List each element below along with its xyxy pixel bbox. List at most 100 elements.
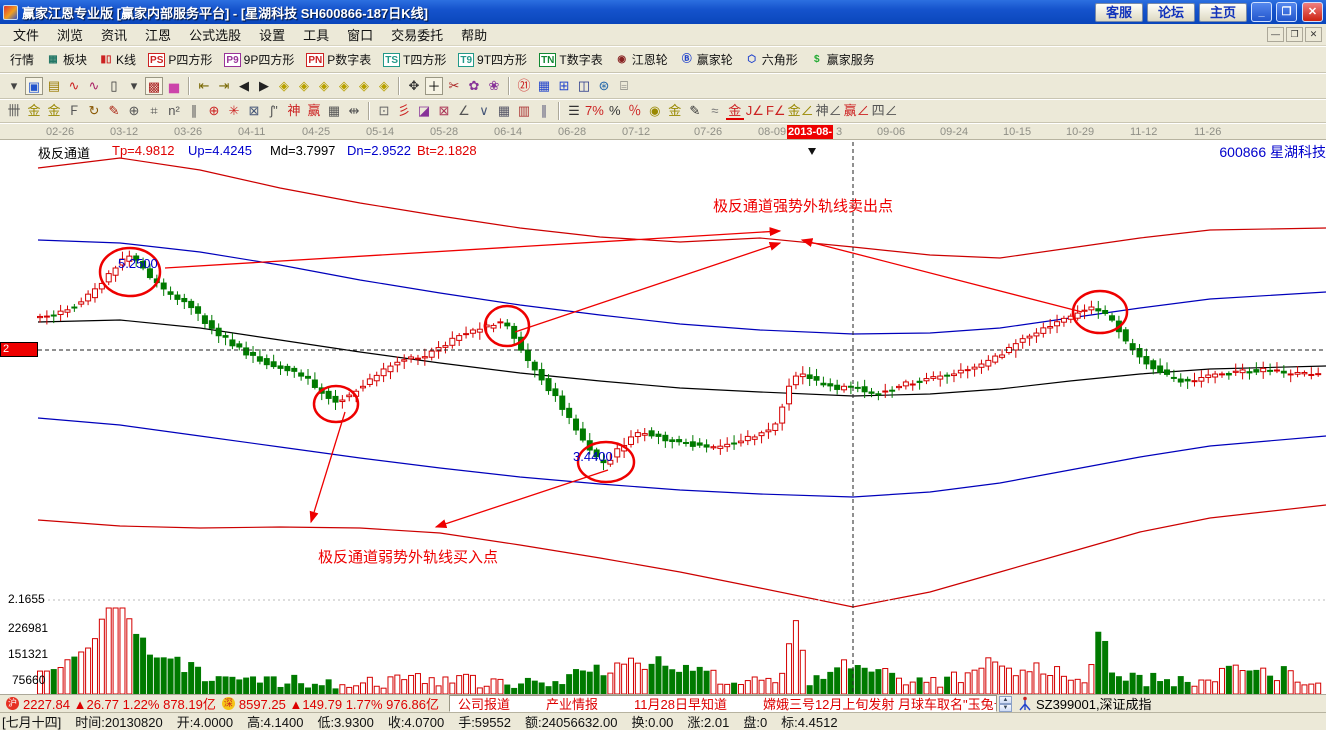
current-index-label[interactable]: SZ399001,深证成指: [1036, 694, 1152, 713]
pct-line-icon[interactable]: ％: [626, 102, 644, 120]
price-bars-icon[interactable]: ☰: [565, 102, 583, 120]
ying-tool-icon[interactable]: 赢: [305, 102, 323, 120]
annotation-arrow-5[interactable]: [436, 470, 608, 527]
mirror-lines-icon[interactable]: ∥: [185, 102, 203, 120]
chart-type-icon[interactable]: ▣: [25, 77, 43, 95]
wave-quote-icon[interactable]: ʃ": [265, 102, 283, 120]
home-button[interactable]: 主页: [1199, 3, 1247, 22]
bars-3-icon[interactable]: ∿: [65, 77, 83, 95]
dense-grid-icon[interactable]: ⌗: [145, 102, 163, 120]
bars-9-icon[interactable]: ∿: [85, 77, 103, 95]
span-arrows-icon[interactable]: ⇹: [345, 102, 363, 120]
dropdown-caret-icon[interactable]: ▾: [5, 77, 23, 95]
ying-angle-icon[interactable]: 赢∠: [844, 102, 870, 120]
menu-item-7[interactable]: 窗口: [338, 23, 382, 46]
gann-wheel-button[interactable]: ◉江恩轮: [609, 49, 674, 70]
spiral-icon[interactable]: ↻: [85, 102, 103, 120]
gann-gold1-icon[interactable]: 金: [25, 102, 43, 120]
pan-right-icon[interactable]: ◈: [295, 77, 313, 95]
candle-caret-icon[interactable]: ▾: [125, 77, 143, 95]
gold-circle-icon[interactable]: ◉: [646, 102, 664, 120]
parallel-icon[interactable]: ∥: [535, 102, 553, 120]
sell-point-annotation[interactable]: 极反通道强势外轨线卖出点: [713, 195, 893, 216]
box-handle-icon[interactable]: ⊡: [375, 102, 393, 120]
si-angle-icon[interactable]: 四∠: [872, 102, 898, 120]
menu-item-1[interactable]: 浏览: [48, 23, 92, 46]
calculator-icon[interactable]: ▦: [535, 77, 553, 95]
wave-a-icon[interactable]: ≈: [706, 102, 724, 120]
compress-all-icon[interactable]: ◈: [375, 77, 393, 95]
n2-tool-icon[interactable]: n²: [165, 102, 183, 120]
maze-tool-icon[interactable]: ❀: [485, 77, 503, 95]
pct-icon[interactable]: %: [606, 102, 624, 120]
kline-button[interactable]: ▮▯K线: [93, 49, 142, 70]
menu-item-6[interactable]: 工具: [294, 23, 338, 46]
winner-service-button[interactable]: $赢家服务: [804, 49, 881, 70]
web-box-icon[interactable]: ⊠: [245, 102, 263, 120]
grid-box-b-icon[interactable]: ▥: [515, 102, 533, 120]
volume-style-icon[interactable]: ▅: [165, 77, 183, 95]
menu-item-9[interactable]: 帮助: [452, 23, 496, 46]
chart-area[interactable]: 极反通道 Tp=4.9812 Up=4.4245 Md=3.7997 Dn=2.…: [0, 140, 1326, 694]
hexagon-button[interactable]: ⬡六角形: [739, 49, 804, 70]
p9-square-button[interactable]: P99P四方形: [218, 49, 300, 70]
crosshair-icon[interactable]: ＋: [425, 77, 443, 95]
sectors-button[interactable]: ▦板块: [40, 49, 93, 70]
candle-tool-icon[interactable]: ▯: [105, 77, 123, 95]
news-link-0[interactable]: 公司报道: [458, 695, 510, 712]
menu-item-2[interactable]: 资讯: [92, 23, 136, 46]
t9-square-button[interactable]: T99T四方形: [452, 49, 533, 70]
gold-line-icon[interactable]: 金: [666, 102, 684, 120]
mark-circle-2[interactable]: [314, 386, 358, 422]
service-button[interactable]: 客服: [1095, 3, 1143, 22]
gann-gold2-icon[interactable]: 金: [45, 102, 63, 120]
shen-angle-icon[interactable]: 神∠: [816, 102, 842, 120]
expand-h-icon[interactable]: ◈: [315, 77, 333, 95]
f-square-icon[interactable]: Ｆ: [65, 102, 83, 120]
next-icon[interactable]: ▶: [255, 77, 273, 95]
mdi-close-button[interactable]: ✕: [1305, 27, 1322, 42]
zigzag-icon[interactable]: ∨: [475, 102, 493, 120]
pan-left-icon[interactable]: ◈: [275, 77, 293, 95]
annotation-arrow-4[interactable]: [311, 412, 345, 522]
angle-line-icon[interactable]: ∠: [455, 102, 473, 120]
expand-all-icon[interactable]: ◈: [355, 77, 373, 95]
t-table-button[interactable]: TNT数字表: [533, 49, 609, 70]
export-icon[interactable]: ⊛: [595, 77, 613, 95]
j-angle-icon[interactable]: J∠: [746, 102, 764, 120]
buy-point-annotation[interactable]: 极反通道弱势外轨线买入点: [318, 546, 498, 567]
minimize-button[interactable]: _: [1251, 2, 1272, 22]
news-spinner[interactable]: ▲▼: [999, 696, 1012, 712]
t-square-button[interactable]: TST四方形: [377, 49, 452, 70]
p-square-button[interactable]: PSP四方形: [142, 49, 218, 70]
star-web-icon[interactable]: ✳: [225, 102, 243, 120]
grid-box-a-icon[interactable]: ▦: [495, 102, 513, 120]
forum-button[interactable]: 论坛: [1147, 3, 1195, 22]
info-panel-icon[interactable]: ▤: [45, 77, 63, 95]
menu-item-8[interactable]: 交易委托: [382, 23, 452, 46]
quotes-button[interactable]: 行情: [4, 49, 40, 70]
menu-item-0[interactable]: 文件: [4, 23, 48, 46]
candlestick-chart[interactable]: [0, 140, 1326, 694]
workstation-icon[interactable]: ⌸: [615, 77, 633, 95]
pen-marker-icon[interactable]: ✎: [105, 102, 123, 120]
ruler-grid-icon[interactable]: ▦: [325, 102, 343, 120]
save-icon[interactable]: ◫: [575, 77, 593, 95]
news-link-1[interactable]: 产业情报: [546, 695, 598, 712]
circle-cross-icon[interactable]: ⊕: [125, 102, 143, 120]
annotation-arrow-3[interactable]: [802, 240, 1082, 312]
fan-lines-icon[interactable]: 彡: [395, 102, 413, 120]
news-link-3[interactable]: 嫦娥三号12月上旬发射 月球车取名"玉兔号": [763, 695, 997, 712]
gold-underline-icon[interactable]: 金: [726, 102, 744, 120]
menu-item-5[interactable]: 设置: [250, 23, 294, 46]
prev-icon[interactable]: ◀: [235, 77, 253, 95]
pct7-icon[interactable]: 7%: [585, 102, 604, 120]
kline-style-icon[interactable]: ▩: [145, 77, 163, 95]
gold-angle-icon[interactable]: 金∠: [788, 102, 814, 120]
menu-item-3[interactable]: 江恩: [136, 23, 180, 46]
ink-brush-icon[interactable]: ✎: [686, 102, 704, 120]
drawn-marks[interactable]: [100, 231, 1127, 527]
annotation-arrow-1[interactable]: [165, 231, 780, 268]
restore-button[interactable]: ❐: [1276, 2, 1297, 22]
fan-box-icon[interactable]: ◪: [415, 102, 433, 120]
